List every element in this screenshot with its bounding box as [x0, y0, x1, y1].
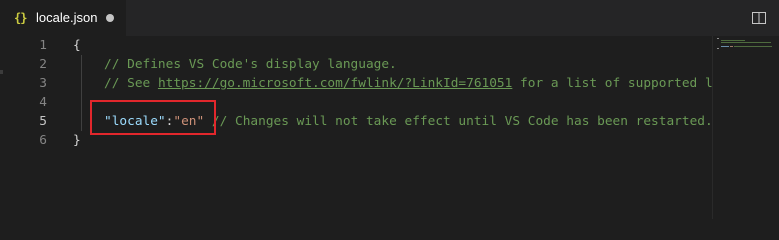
- minimap-line: [721, 42, 771, 43]
- comment-prefix: // See: [104, 76, 158, 91]
- split-editor-icon[interactable]: [752, 12, 766, 24]
- line-number: 1: [39, 38, 47, 53]
- language-pack-link[interactable]: https://go.microsoft.com/fwlink/?LinkId=…: [158, 76, 512, 91]
- editor-tab-bar: {} locale.json: [0, 0, 779, 36]
- close-brace: }: [73, 133, 81, 148]
- dirty-dot-icon[interactable]: [106, 14, 114, 22]
- line-number: 3: [39, 76, 47, 91]
- minimap-line: [734, 46, 772, 47]
- code-line-3[interactable]: 3 // See https://go.microsoft.com/fwlink…: [0, 74, 712, 93]
- code-editor[interactable]: 1 { 2 // Defines VS Code's display langu…: [0, 36, 779, 219]
- minimap-line: [717, 48, 719, 49]
- comment-line: // See https://go.microsoft.com/fwlink/?…: [104, 74, 713, 93]
- minimap[interactable]: [712, 36, 779, 219]
- comment-text: // Defines VS Code's display language.: [104, 57, 397, 72]
- line-number-active: 5: [39, 114, 47, 129]
- minimap-line: [717, 38, 719, 39]
- line-number: 6: [39, 133, 47, 148]
- restart-comment: // Changes will not take effect until VS…: [204, 114, 713, 129]
- comment-suffix: for a list of supported l: [512, 76, 713, 91]
- code-line-1[interactable]: 1 {: [0, 36, 712, 55]
- code-line-2[interactable]: 2 // Defines VS Code's display language.: [0, 55, 712, 74]
- line-number: 2: [39, 57, 47, 72]
- open-brace: {: [73, 38, 81, 53]
- tab-label: locale.json: [36, 10, 98, 25]
- highlight-annotation-box: [90, 100, 216, 135]
- minimap-line: [721, 40, 745, 41]
- minimap-line: [730, 46, 733, 47]
- json-braces-icon: {}: [14, 11, 27, 25]
- line-number: 4: [39, 95, 47, 110]
- tab-locale-json[interactable]: {} locale.json: [0, 0, 126, 36]
- minimap-line: [721, 46, 729, 47]
- vertical-scrollbar[interactable]: [773, 36, 779, 219]
